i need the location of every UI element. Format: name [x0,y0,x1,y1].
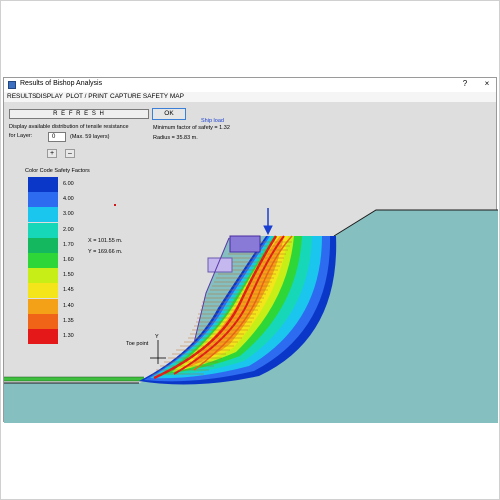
legend-swatch [28,298,58,314]
plus-button[interactable]: + [47,149,57,158]
legend-value: 2.00 [63,226,74,233]
legend-swatch [28,222,58,238]
legend-value: 1.70 [63,241,74,248]
red-marker [114,204,116,206]
minus-button[interactable]: – [65,149,75,158]
legend-swatch [28,313,58,329]
layer-input[interactable]: 0 [48,132,66,142]
ship-load-arrow [263,208,273,236]
toe-point-label: Toe point [126,341,149,347]
legend-swatch [28,268,58,284]
display-distribution-text: Display available distribution of tensil… [9,124,129,130]
legend-value: 1.50 [63,272,74,279]
legend-swatch [28,253,58,268]
y-axis-label: Y [155,334,159,340]
ship-load-label: Ship load [201,118,224,124]
refresh-button[interactable]: R E F R E S H [9,109,149,119]
legend-swatch [28,177,58,192]
legend-swatch [28,283,58,299]
legend-value: 4.00 [63,196,74,203]
legend-title: Color Code Safety Factors [25,168,90,174]
layer-label: for Layer: [9,133,33,139]
x-coordinate-text: X = 101.55 m. [88,238,123,244]
legend-swatch [28,207,58,223]
legend-value: 3.00 [63,211,74,218]
layer-max-text: (Max. 59 layers) [70,134,110,140]
y-coordinate-text: Y = 169.66 m. [88,249,123,255]
legend-swatch [28,329,58,344]
legend-value: 1.45 [63,287,74,294]
legend-value: 1.40 [63,302,74,309]
legend-swatch [28,192,58,208]
legend-swatch [28,237,58,253]
legend-value: 1.35 [63,317,74,324]
radius-text: Radius = 35.83 m. [153,135,198,141]
legend-value: 6.00 [63,181,74,187]
min-factor-text: Minimum factor of safety = 1.32 [153,125,230,131]
base-reinforcement-strip [4,377,144,381]
ok-button[interactable]: OK [152,108,186,120]
toe-point-marker [150,340,166,364]
legend-value: 1.30 [63,333,74,339]
legend-value: 1.60 [63,257,74,263]
results-window: Results of Bishop Analysis ? × RESULTS D… [3,77,498,423]
